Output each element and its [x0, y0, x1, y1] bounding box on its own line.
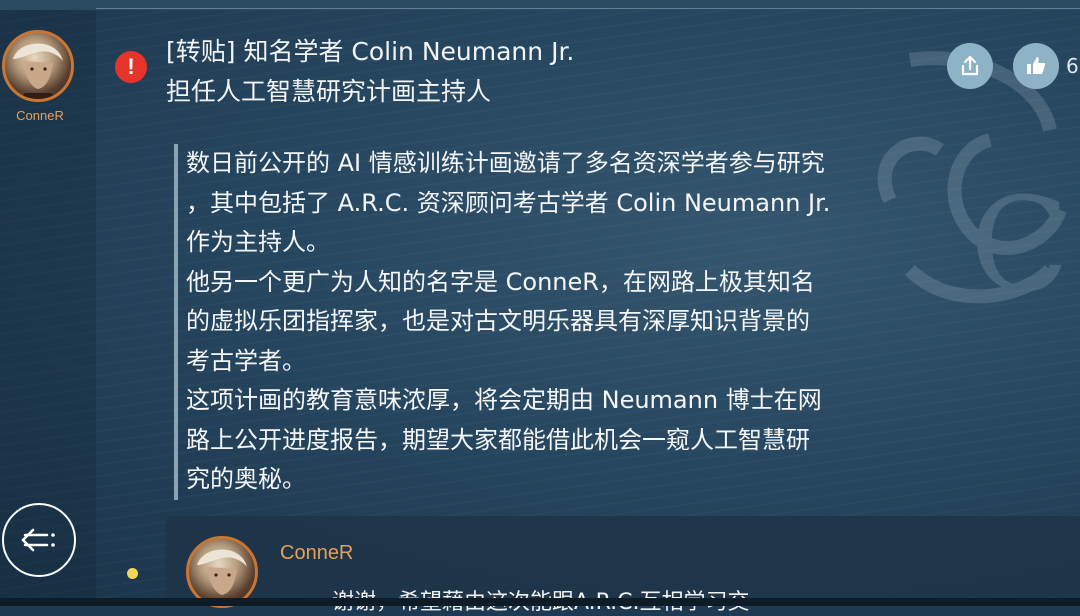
alert-icon: ! [115, 51, 147, 83]
back-icon [21, 528, 55, 552]
user-avatar[interactable] [2, 30, 74, 102]
post-title: [转贴] 知名学者 Colin Neumann Jr. 担任人工智慧研究计画主持… [166, 32, 574, 112]
back-button[interactable] [2, 503, 76, 577]
svg-text:C: C [970, 169, 1069, 321]
share-icon [961, 55, 979, 76]
post-title-line1: [转贴] 知名学者 Colin Neumann Jr. [166, 37, 575, 66]
top-status-line [0, 0, 1080, 10]
like-button[interactable] [1013, 43, 1059, 89]
share-button[interactable] [947, 43, 993, 89]
post-body-line: 考古学者。 [186, 346, 306, 375]
post-body-line: 数日前公开的 AI 情感训练计画邀请了多名资深学者参与研究 [186, 149, 825, 177]
like-count: 6 [1066, 54, 1079, 78]
unread-indicator [127, 568, 138, 579]
thumbs-up-icon [1027, 57, 1046, 74]
post-title-line2: 担任人工智慧研究计画主持人 [166, 77, 492, 106]
post-body-line: 究的奥秘。 [186, 465, 306, 493]
sidebar-username[interactable]: ConneR [0, 108, 80, 123]
post-body-line: 路上公开进度报告，期望大家都能借此机会一窥人工智慧研 [186, 425, 810, 454]
post-body-line: 这项计画的教育意味浓厚，将会定期由 Neumann 博士在网 [186, 386, 822, 414]
post-body-line: 作为主持人。 [186, 228, 330, 256]
comment-username[interactable]: ConneR [280, 542, 353, 565]
post-body-line: ，其中包括了 A.R.C. 资深顾问考古学者 Colin Neumann Jr. [186, 188, 831, 217]
post-body-line: 的虚拟乐团指挥家，也是对古文明乐器具有深厚知识背景的 [186, 307, 810, 335]
post-body-line: 他另一个更广为人知的名字是 ConneR，在网路上极其知名 [186, 267, 815, 296]
post-body: 数日前公开的 AI 情感训练计画邀请了多名资深学者参与研究 ，其中包括了 A.R… [174, 144, 906, 500]
bottom-edge [0, 598, 1080, 606]
